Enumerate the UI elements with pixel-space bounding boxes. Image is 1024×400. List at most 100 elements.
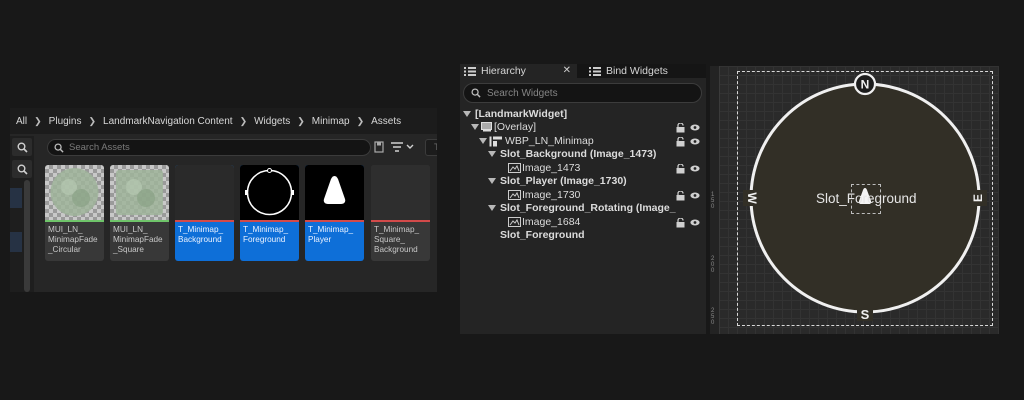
player-arrow-icon [323,176,346,204]
save-search-icon[interactable] [374,141,384,153]
eye-icon[interactable] [690,192,700,199]
sources-sidebar [10,136,34,292]
tab-bind-widgets-label: Bind Widgets [606,65,668,77]
search-icon [54,142,64,153]
tab-hierarchy[interactable]: Hierarchy ✕ [460,64,577,78]
tree-row-image-1730[interactable]: Image_1730 [460,189,706,203]
tree-row-label: [LandmarkWidget] [475,108,568,120]
asset-thumbnail [371,165,430,220]
tree-row-label: Image_1684 [522,216,581,228]
eye-icon[interactable] [690,219,700,226]
breadcrumb-widgets[interactable]: Widgets [254,116,290,127]
expand-arrow-icon[interactable] [479,138,487,144]
folder-selection-marker [10,232,22,252]
expand-arrow-icon[interactable] [463,111,471,117]
material-preview-icon [50,168,99,216]
list-icon [589,66,601,76]
folder-selection-marker [10,188,22,208]
tree-row-minimap[interactable]: WBP_LN_Minimap [460,135,706,149]
chevron-right-icon[interactable]: ❯ [297,116,305,127]
asset-name: T_Minimap_ Foreground [243,225,289,244]
expand-arrow-icon[interactable] [471,124,479,130]
expand-arrow-icon[interactable] [488,205,496,211]
sidebar-scrollbar[interactable] [24,180,30,292]
chevron-right-icon[interactable]: ❯ [357,116,365,127]
tree-row-label: WBP_LN_Minimap [505,135,594,147]
image-icon [508,217,521,227]
search-collections-button[interactable] [12,160,32,178]
ruler-mark: 1 5 0 [711,192,715,210]
asset-tile[interactable]: T_Minimap_ Foreground [240,165,299,261]
lock-icon[interactable] [676,137,685,147]
asset-tile[interactable]: T_Minimap_ Player [305,165,364,261]
content-browser: All ❯ Plugins ❯ LandmarkNavigation Conte… [10,108,437,292]
chevron-right-icon[interactable]: ❯ [240,116,248,127]
tree-row-slot-player[interactable]: Slot_Player (Image_1730) [460,175,706,189]
widget-search-input[interactable]: Search Widgets [463,83,702,103]
asset-search-input[interactable]: Search Assets [47,139,371,156]
tree-row-overlay[interactable]: [Overlay] [460,121,706,135]
search-icon [17,142,28,153]
asset-type-strip [240,220,299,222]
user-widget-icon [489,136,502,147]
image-icon [508,163,521,173]
breadcrumb-assets[interactable]: Assets [371,116,401,127]
asset-thumbnail [110,165,169,220]
search-sources-button[interactable] [12,138,32,156]
asset-tile[interactable]: T_Minimap_ Background [175,165,234,261]
asset-thumbnail [175,165,234,220]
tree-row-image-1684[interactable]: Image_1684 [460,216,706,230]
image-icon [508,190,521,200]
expand-arrow-icon[interactable] [488,151,496,157]
tree-row-label: Slot_Background (Image_1473) [500,148,657,160]
breadcrumb: All ❯ Plugins ❯ LandmarkNavigation Conte… [10,108,437,134]
material-preview-icon [116,170,163,215]
editor-screen: All ❯ Plugins ❯ LandmarkNavigation Conte… [0,0,1024,400]
eye-icon[interactable] [690,165,700,172]
asset-tile[interactable]: MUI_LN_ MinimapFade _Circular [45,165,104,261]
asset-tile[interactable]: MUI_LN_ MinimapFade _Square [110,165,169,261]
hierarchy-panel: Hierarchy ✕ Bind Widgets Search Widgets … [460,64,706,334]
tree-row-image-1473[interactable]: Image_1473 [460,162,706,176]
breadcrumb-landmarknavigation[interactable]: LandmarkNavigation Content [103,116,233,127]
breadcrumb-all[interactable]: All [16,116,27,127]
filter-icon[interactable] [390,141,416,153]
tab-bind-widgets[interactable]: Bind Widgets [585,64,703,78]
asset-thumbnail [240,165,299,220]
tab-hierarchy-label: Hierarchy [481,65,526,77]
tree-row-label: [Overlay] [494,121,537,133]
tree-row-slot-background[interactable]: Slot_Background (Image_1473) [460,148,706,162]
vertical-ruler: 1 5 0 2 0 0 2 5 0 [710,66,720,334]
eye-icon[interactable] [690,124,700,131]
tree-row-root[interactable]: [LandmarkWidget] [460,108,706,122]
asset-tile[interactable]: T_Minimap_ Square_ Background [371,165,430,261]
tree-row-slot-foreground[interactable]: Slot_Foreground [460,229,706,243]
asset-name: MUI_LN_ MinimapFade _Circular [48,225,98,254]
breadcrumb-minimap[interactable]: Minimap [312,116,350,127]
compass-ring-icon [245,168,294,216]
asset-thumbnail [45,165,104,220]
list-icon [464,66,476,76]
ruler-mark: 2 0 0 [711,256,715,274]
lock-icon[interactable] [676,191,685,201]
overlay-icon [481,122,492,132]
lock-icon[interactable] [676,123,685,133]
lock-icon[interactable] [676,218,685,228]
asset-type-strip [45,220,104,222]
breadcrumb-plugins[interactable]: Plugins [49,116,82,127]
widget-selection-outline[interactable] [737,71,993,326]
asset-type-strip [305,220,364,222]
asset-name: MUI_LN_ MinimapFade _Square [113,225,163,254]
tree-row-slot-foreground-rotating[interactable]: Slot_Foreground_Rotating (Image_ [460,202,706,216]
designer-canvas[interactable]: 1 5 0 2 0 0 2 5 0 N S W E Slot_Foregroun… [710,66,999,334]
close-icon[interactable]: ✕ [563,65,571,76]
eye-icon[interactable] [690,138,700,145]
lock-icon[interactable] [676,164,685,174]
chevron-right-icon[interactable]: ❯ [88,116,96,127]
tree-row-label: Slot_Foreground [500,229,585,241]
asset-type-strip [371,220,430,222]
type-filter-field[interactable]: Te [425,139,437,156]
chevron-right-icon[interactable]: ❯ [34,116,42,127]
asset-name: T_Minimap_ Square_ Background [374,225,420,254]
expand-arrow-icon[interactable] [488,178,496,184]
